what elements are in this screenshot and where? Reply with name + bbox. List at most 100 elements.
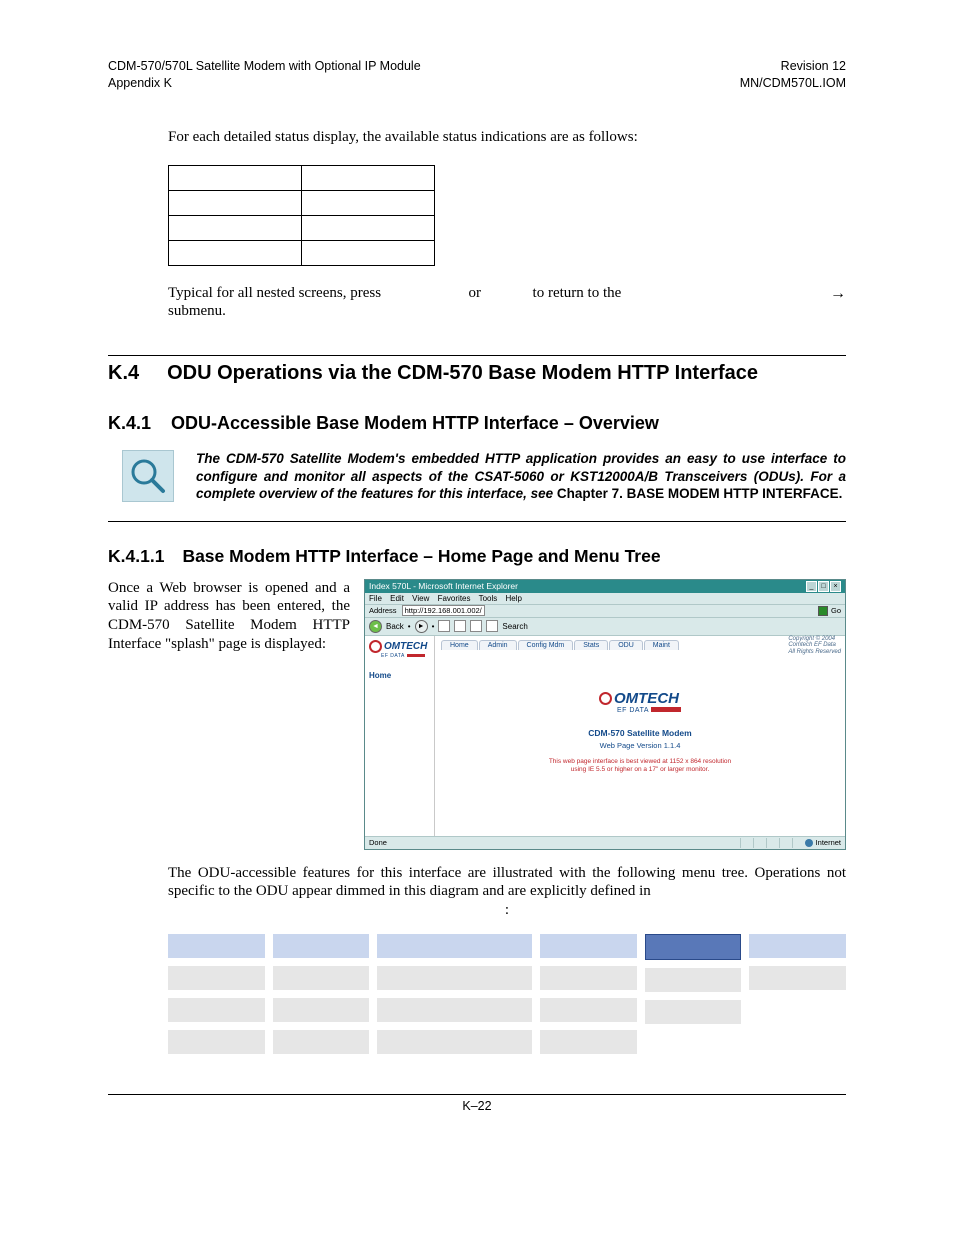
- header-right-1: Revision 12: [781, 58, 846, 75]
- tree-cell: [273, 998, 370, 1022]
- page-number: K–22: [108, 1099, 846, 1113]
- heading-k411-num: K.4.1.1: [108, 546, 164, 567]
- tree-cell: [377, 998, 532, 1022]
- ie-tab-stats: Stats: [574, 640, 608, 650]
- ie-titlebar: Index 570L - Microsoft Internet Explorer…: [365, 580, 845, 593]
- splash-paragraph: Once a Web browser is opened and a valid…: [108, 579, 350, 654]
- ie-back-label: Back: [386, 622, 404, 631]
- ie-toolbar: ◄ Back • ► • Search: [365, 618, 845, 636]
- logo-sub-small: EF DATA: [381, 653, 405, 659]
- tree-cell: [749, 966, 846, 990]
- nav-home-label: Home: [369, 671, 430, 680]
- ie-addressbar: Address http://192.168.001.002/ Go: [365, 605, 845, 618]
- centered-colon: :: [168, 901, 846, 920]
- menu-tree-diagram: [168, 934, 846, 1054]
- tree-cell: [540, 998, 637, 1022]
- tree-cell: [540, 966, 637, 990]
- ie-tab-admin: Admin: [479, 640, 517, 650]
- magnifier-icon: [122, 450, 174, 502]
- tree-cell: [273, 934, 370, 958]
- ie-menu-view: View: [412, 594, 429, 603]
- logo-main-big: OMTECH: [614, 690, 679, 707]
- tree-cell: [377, 966, 532, 990]
- stop-icon: [438, 620, 450, 632]
- ie-go-label: Go: [831, 606, 841, 615]
- typical-c: submenu.: [168, 303, 226, 319]
- tree-cell: [273, 1030, 370, 1054]
- heading-k4-num: K.4: [108, 362, 139, 385]
- intro-paragraph: For each detailed status display, the av…: [168, 128, 846, 147]
- typical-note: → Typical for all nested screens, press …: [168, 284, 846, 322]
- home-icon: [470, 620, 482, 632]
- section-rule: [108, 355, 846, 356]
- close-icon: ×: [830, 581, 841, 592]
- ie-window-screenshot: Index 570L - Microsoft Internet Explorer…: [364, 579, 846, 850]
- ie-status-done: Done: [369, 838, 387, 847]
- ie-hint-a: This web page interface is best viewed a…: [441, 758, 839, 766]
- tree-cell: [645, 1000, 742, 1024]
- heading-k4-title: ODU Operations via the CDM-570 Base Mode…: [167, 362, 758, 385]
- maximize-icon: □: [818, 581, 829, 592]
- minimize-icon: _: [806, 581, 817, 592]
- back-icon: ◄: [369, 620, 382, 633]
- comtech-logo-big: OMTECH EF DATA: [599, 690, 681, 714]
- comtech-logo-small: OMTECH: [369, 640, 430, 653]
- ie-main-pane: Home Admin Config Mdm Stats ODU Maint Co…: [435, 636, 845, 836]
- tree-cell: [168, 998, 265, 1022]
- ie-splash-center: OMTECH EF DATA CDM-570 Satellite Modem W…: [441, 690, 839, 775]
- header-left-1: CDM-570/570L Satellite Modem with Option…: [108, 58, 421, 75]
- ie-title-text: Index 570L - Microsoft Internet Explorer: [369, 581, 518, 591]
- ie-menu-help: Help: [506, 594, 522, 603]
- ie-copy-2: Comtech EF Data: [788, 642, 841, 649]
- tree-cell: [540, 1030, 637, 1054]
- tree-cell: [377, 1030, 532, 1054]
- search-icon: [486, 620, 498, 632]
- ie-center-title: CDM-570 Satellite Modem: [441, 728, 839, 738]
- typical-b: to return to the: [533, 285, 622, 301]
- ie-copyright: Copyright © 2004 Comtech EF Data All Rig…: [788, 636, 841, 656]
- typical-or: or: [469, 285, 482, 301]
- ie-menubar: File Edit View Favorites Tools Help: [365, 593, 845, 605]
- arrow-right-icon: →: [830, 284, 846, 304]
- ie-tab-home: Home: [441, 640, 478, 650]
- ie-go: Go: [818, 606, 841, 616]
- ie-tab-maint: Maint: [644, 640, 679, 650]
- heading-k41: K.4.1 ODU-Accessible Base Modem HTTP Int…: [108, 413, 846, 434]
- internet-icon: Internet: [805, 838, 841, 847]
- ie-status-inet: Internet: [816, 838, 841, 847]
- ie-copy-3: All Rights Reserved: [788, 649, 841, 656]
- tree-cell: [540, 934, 637, 958]
- tree-cell-highlight: [645, 934, 742, 960]
- ie-statusbar: Done Internet: [365, 836, 845, 849]
- ie-menu-tools: Tools: [479, 594, 498, 603]
- header-left-2: Appendix K: [108, 75, 172, 92]
- heading-k411-title: Base Modem HTTP Interface – Home Page an…: [182, 546, 660, 567]
- ie-tab-odu: ODU: [609, 640, 643, 650]
- logo-sub-big: EF DATA: [617, 707, 649, 714]
- subsection-rule: [108, 521, 846, 522]
- tree-cell: [168, 934, 265, 958]
- ie-center-version: Web Page Version 1.1.4: [441, 741, 839, 750]
- callout-chapter-ref: Chapter 7. BASE MODEM HTTP INTERFACE.: [557, 486, 843, 501]
- ie-copy-1: Copyright © 2004: [788, 636, 841, 643]
- tree-cell: [273, 966, 370, 990]
- heading-k41-title: ODU-Accessible Base Modem HTTP Interface…: [171, 413, 659, 434]
- info-callout: The CDM-570 Satellite Modem's embedded H…: [122, 450, 846, 503]
- footer-rule: [108, 1094, 846, 1095]
- ie-menu-file: File: [369, 594, 382, 603]
- callout-text: The CDM-570 Satellite Modem's embedded H…: [196, 450, 846, 503]
- heading-k411: K.4.1.1 Base Modem HTTP Interface – Home…: [108, 546, 846, 567]
- status-table: [168, 165, 435, 266]
- tree-cell: [749, 934, 846, 958]
- ie-menu-favorites: Favorites: [438, 594, 471, 603]
- header-right-2: MN/CDM570L.IOM: [740, 75, 846, 92]
- forward-icon: ►: [415, 620, 428, 633]
- tree-cell: [168, 1030, 265, 1054]
- tree-cell: [168, 966, 265, 990]
- tree-cell: [645, 968, 742, 992]
- heading-k4: K.4 ODU Operations via the CDM-570 Base …: [108, 362, 846, 385]
- ie-addr-value: http://192.168.001.002/: [402, 605, 485, 616]
- comtech-sub-small: EF DATA: [381, 653, 430, 659]
- page-header: CDM-570/570L Satellite Modem with Option…: [108, 58, 846, 92]
- logo-main-small: OMTECH: [384, 641, 427, 652]
